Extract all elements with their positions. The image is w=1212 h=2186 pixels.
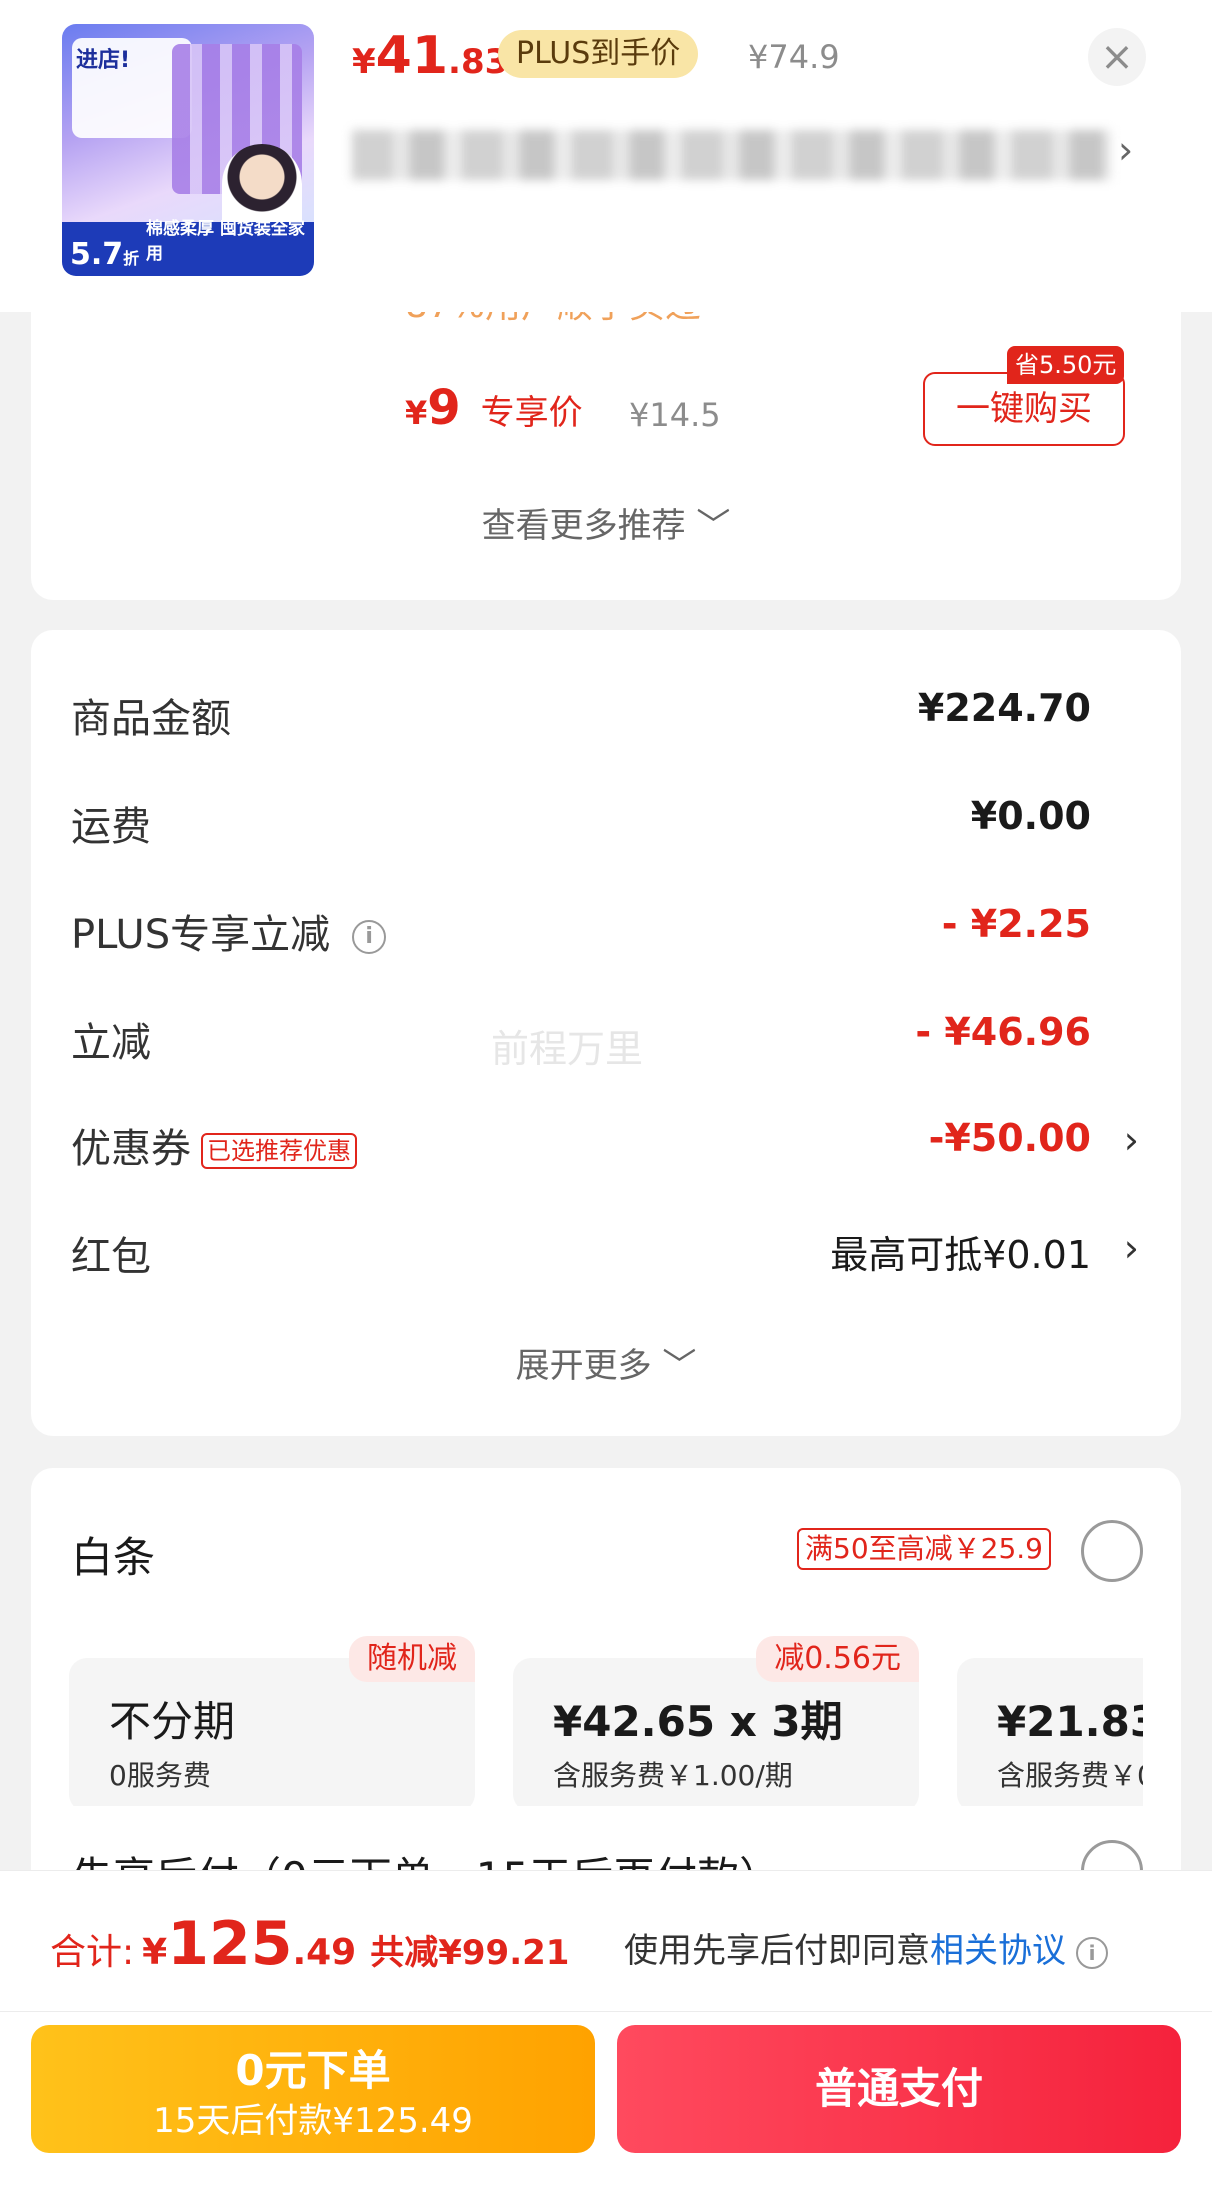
baitiao-payment-card: 白条 满50至高减￥25.9 不分期 0服务费 随机减 ¥42.65 x 3期 … <box>31 1468 1181 1902</box>
installment-plan-list: 不分期 0服务费 随机减 ¥42.65 x 3期 含服务费￥1.00/期 减0.… <box>69 1636 1143 1806</box>
header-price-int: 41 <box>375 26 449 86</box>
coupon-selected-tag: 已选推荐优惠 <box>201 1133 357 1169</box>
summary-row-coupon[interactable]: 优惠券 已选推荐优惠 -¥50.00 › <box>31 1116 1181 1176</box>
chevron-right-icon[interactable]: › <box>1124 1118 1139 1162</box>
summary-value: 最高可抵¥0.01 <box>830 1233 1091 1277</box>
plan-main: 不分期 <box>109 1697 236 1746</box>
header-original-price: ¥74.9 <box>748 38 840 76</box>
plan-main: ¥21.83 x 6期 <box>997 1697 1143 1746</box>
summary-label: 优惠券 已选推荐优惠 <box>71 1116 357 1174</box>
installment-plan[interactable]: 不分期 0服务费 随机减 <box>69 1636 475 1806</box>
summary-label: 商品金额 <box>71 696 231 742</box>
plan-tag: 减0.56元 <box>756 1636 919 1682</box>
thumbnail-discount: 5.7折 <box>70 237 140 272</box>
watermark: 前程万里 <box>491 1027 644 1071</box>
summary-row-red-packet[interactable]: 红包 最高可抵¥0.01 › <box>31 1224 1181 1284</box>
summary-value: - ¥2.25 <box>941 902 1091 946</box>
baitiao-radio[interactable] <box>1081 1520 1143 1582</box>
header-price: ¥ 41 .83 <box>352 26 508 86</box>
thumbnail-promo-text: 进店! <box>76 48 131 73</box>
summary-label: 红包 <box>71 1234 151 1280</box>
installment-plan[interactable]: ¥21.83 x 6期 含服务费￥0.50/期 <box>957 1658 1143 1806</box>
plan-sub: 含服务费￥0.50/期 <box>997 1759 1143 1792</box>
thumbnail-slogan: 棉感柔厚 囤货装全家用 <box>146 219 305 264</box>
total-int: 125 <box>167 1909 293 1979</box>
expand-more-link[interactable]: 展开更多 ﹀ <box>31 1338 1181 1387</box>
total-dec: .49 <box>292 1932 357 1973</box>
product-header: 进店! 5.7折 棉感柔厚 囤货装全家用 ¥ 41 .83 PLUS到手价 ¥7… <box>0 0 1212 312</box>
summary-label: 立减 <box>71 1020 151 1066</box>
plan-main: ¥42.65 x 3期 <box>553 1697 843 1746</box>
view-more-recommend-link[interactable]: 查看更多推荐 ﹀ <box>31 498 1181 547</box>
summary-row-goods: 商品金额 ¥224.70 <box>31 686 1181 746</box>
total-saved: 共减¥99.21 <box>370 1933 570 1973</box>
total-label: 合计: <box>50 1932 135 1973</box>
normal-pay-button[interactable]: 普通支付 <box>617 2025 1181 2153</box>
summary-row-shipping: 运费 ¥0.00 <box>31 794 1181 854</box>
agreement-prefix: 使用先享后付即同意 <box>624 1931 930 1971</box>
product-thumbnail[interactable]: 进店! 5.7折 棉感柔厚 囤货装全家用 <box>62 24 314 276</box>
chevron-right-icon[interactable]: › <box>1118 128 1133 172</box>
header-price-symbol: ¥ <box>352 42 376 82</box>
recommend-price: ¥ 9 专享价 <box>405 380 583 436</box>
close-icon: × <box>1100 34 1134 80</box>
save-amount-tag: 省5.50元 <box>1007 346 1125 384</box>
plus-price-badge: PLUS到手价 <box>498 30 699 78</box>
plan-sub: 含服务费￥1.00/期 <box>553 1759 793 1792</box>
summary-value: ¥0.00 <box>970 794 1091 838</box>
zero-down-title: 0元下单 <box>235 2046 391 2095</box>
price-summary-card: 商品金额 ¥224.70 运费 ¥0.00 PLUS专享立减 i - ¥2.25 … <box>31 630 1181 1436</box>
info-icon[interactable]: i <box>352 920 387 954</box>
blurred-address-line[interactable] <box>352 130 1112 180</box>
order-total: 合计: ¥ 125 .49 共减¥99.21 <box>50 1909 569 1979</box>
zero-down-subtitle: 15天后付款¥125.49 <box>153 2101 473 2141</box>
summary-label: PLUS专享立减 i <box>71 902 387 960</box>
baitiao-promo-tag: 满50至高减￥25.9 <box>797 1528 1051 1570</box>
summary-value: -¥50.00 <box>928 1116 1091 1160</box>
zero-down-order-button[interactable]: 0元下单 15天后付款¥125.49 <box>31 2025 595 2153</box>
recommend-price-label: 专享价 <box>480 393 583 433</box>
agreement-link[interactable]: 相关协议 <box>930 1931 1066 1971</box>
info-icon[interactable]: i <box>1076 1936 1108 1969</box>
chevron-right-icon[interactable]: › <box>1124 1226 1139 1270</box>
divider <box>0 2011 1212 2012</box>
checkout-bar: 合计: ¥ 125 .49 共减¥99.21 使用先享后付即同意相关协议 i 0元… <box>0 1870 1212 2186</box>
summary-row-plus-discount: PLUS专享立减 i - ¥2.25 <box>31 902 1181 962</box>
summary-value: ¥224.70 <box>917 686 1091 730</box>
total-symbol: ¥ <box>142 1932 168 1973</box>
plan-sub: 0服务费 <box>109 1759 211 1792</box>
baitiao-title: 白条 <box>71 1533 156 1582</box>
recommend-original-price: ¥14.5 <box>629 396 721 434</box>
plan-tag: 随机减 <box>349 1636 475 1682</box>
recommend-price-int: 9 <box>427 380 461 436</box>
summary-value: - ¥46.96 <box>915 1010 1091 1054</box>
installment-plan[interactable]: ¥42.65 x 3期 含服务费￥1.00/期 减0.56元 <box>513 1636 919 1806</box>
recommend-price-symbol: ¥ <box>405 394 428 432</box>
summary-label: 运费 <box>71 804 151 850</box>
agreement-text: 使用先享后付即同意相关协议 i <box>624 1923 1108 1972</box>
close-button[interactable]: × <box>1088 28 1146 86</box>
